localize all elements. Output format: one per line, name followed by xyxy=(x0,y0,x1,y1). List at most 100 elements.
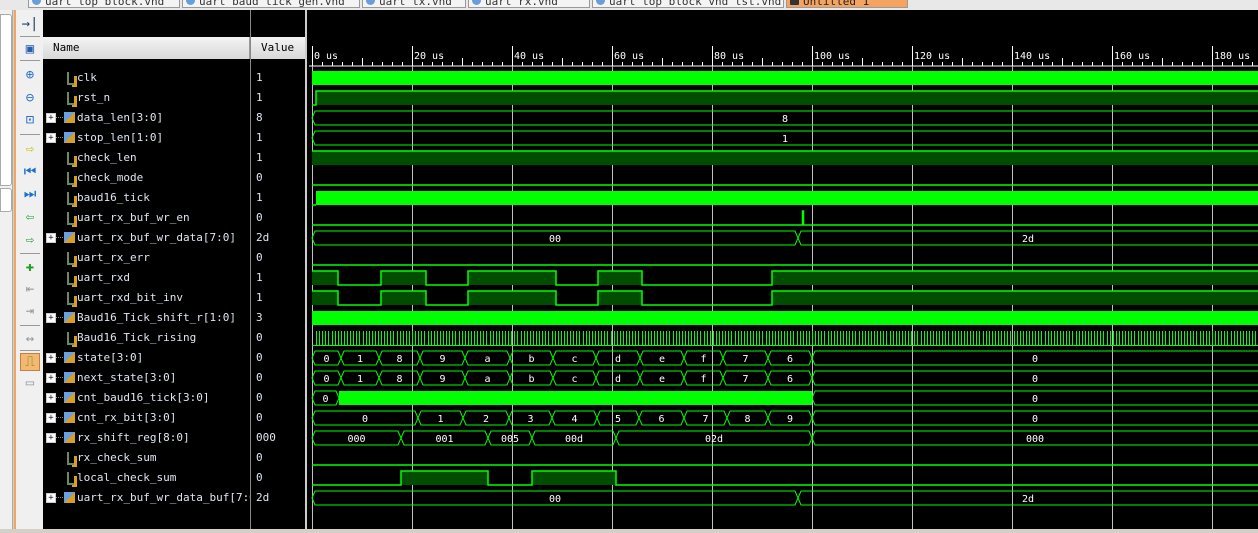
name-column-header[interactable]: Name xyxy=(43,37,250,59)
waveform-cnt-rx-bit[interactable]: 0 1 2 3 4 5 6 7 8 9 0 xyxy=(311,410,1258,426)
waveform-baud16-tick[interactable] xyxy=(312,191,1258,206)
signal-row[interactable]: + stop_len[1:0] xyxy=(43,128,250,148)
snap-to-transition-icon: ⎍ xyxy=(25,354,35,370)
expand-icon[interactable]: + xyxy=(46,133,56,143)
editor-tab[interactable]: uart_tx.vhd xyxy=(362,0,466,8)
signal-name: uart_rxd_bit_inv xyxy=(77,291,183,304)
wave-high-fill xyxy=(316,91,1258,105)
go-to-latest-time-button[interactable]: ⏭ xyxy=(20,185,40,203)
bus-value-label: 000 xyxy=(347,434,365,445)
signal-row[interactable]: + cnt_rx_bit[3:0] xyxy=(43,408,250,428)
waveform-rx-shift-reg[interactable]: 000 001 005 00d 02d 000 xyxy=(311,430,1258,446)
signal-row[interactable]: clk xyxy=(43,68,250,88)
waveform-baud16-tick-rising[interactable] xyxy=(312,331,1258,346)
save-button[interactable]: ▣ xyxy=(20,40,40,58)
next-marker-button[interactable]: ⇥ xyxy=(20,302,40,320)
waveform-canvas[interactable]: 0 us 20 us 40 us 60 us 80 us 100 us 120 us 140 … xyxy=(309,10,1258,529)
signal-row[interactable]: rst_n xyxy=(43,88,250,108)
expand-icon[interactable]: + xyxy=(46,373,56,383)
waveform-rst-n[interactable] xyxy=(312,90,1258,106)
signal-row[interactable]: + state[3:0] xyxy=(43,348,250,368)
signal-value: 0 xyxy=(256,171,263,184)
waveform-view[interactable]: 0 us 20 us 40 us 60 us 80 us 100 us 120 us 140 … xyxy=(309,10,1258,529)
expand-icon[interactable]: + xyxy=(46,113,56,123)
bit-signal-icon xyxy=(67,292,74,305)
wave-dense-toggle xyxy=(316,191,1258,205)
signal-row[interactable]: uart_rxd xyxy=(43,268,250,288)
bus-value-label: c xyxy=(571,354,577,365)
signal-row[interactable]: uart_rx_buf_wr_en xyxy=(43,208,250,228)
waveform-stop-len[interactable]: 1 xyxy=(311,130,1258,146)
expand-icon[interactable]: + xyxy=(46,433,56,443)
bus-signal-icon xyxy=(64,132,75,143)
bus-value-label: 005 xyxy=(501,434,519,445)
cursor-to-marker-icon: ⇨ xyxy=(25,141,35,157)
expand-icon[interactable]: + xyxy=(46,393,56,403)
signal-row[interactable]: + next_state[3:0] xyxy=(43,368,250,388)
waveform-next-state[interactable]: 0 1 8 9 a b c d e f 7 6 0 xyxy=(311,370,1258,386)
expand-icon[interactable]: + xyxy=(46,493,56,503)
signal-row[interactable]: + uart_rx_buf_wr_data[7:0] xyxy=(43,228,250,248)
signal-row[interactable]: uart_rxd_bit_inv xyxy=(43,288,250,308)
waveform-baud16-tick-shift-r[interactable] xyxy=(312,311,1258,325)
waveform-check-len[interactable] xyxy=(312,150,1258,165)
signal-row[interactable]: + data_len[3:0] xyxy=(43,108,250,128)
previous-transition-button[interactable]: ⇦ xyxy=(20,208,40,226)
waveform-uart-rx-buf-wr-en[interactable] xyxy=(312,210,1258,226)
waveform-state[interactable]: 0 1 8 9 a b c d e f 7 6 0 xyxy=(311,350,1258,366)
swap-cursors-button[interactable]: ↔ xyxy=(20,330,40,348)
previous-marker-button[interactable]: ⇤ xyxy=(20,280,40,298)
waveform-cnt-baud16-tick[interactable]: 00 xyxy=(311,390,1258,406)
zoom-out-button[interactable]: ⊖ xyxy=(20,89,40,107)
signal-row[interactable]: + rx_shift_reg[8:0] xyxy=(43,428,250,448)
signal-row[interactable]: Baud16_Tick_rising xyxy=(43,328,250,348)
waveform-uart-rxd[interactable] xyxy=(312,270,1258,286)
signal-value: 000 xyxy=(256,431,276,444)
signal-row[interactable]: local_check_sum xyxy=(43,468,250,488)
signal-row[interactable]: + cnt_baud16_tick[3:0] xyxy=(43,388,250,408)
value-column-header[interactable]: Value xyxy=(251,37,306,59)
signal-row[interactable]: uart_rx_err xyxy=(43,248,250,268)
editor-tab[interactable]: Untitled 1 xyxy=(786,0,908,8)
signal-value: 1 xyxy=(256,191,263,204)
waveform-uart-rx-buf-wr-data[interactable]: 00 2d xyxy=(311,230,1258,246)
go-to-time-zero-button[interactable]: ⏮ xyxy=(20,163,40,181)
expand-icon[interactable]: + xyxy=(46,353,56,363)
editor-tab[interactable]: uart_baud_tick_gen.vhd xyxy=(182,0,360,8)
expand-icon[interactable]: + xyxy=(46,233,56,243)
waveform-uart-rxd-bit-inv[interactable] xyxy=(312,290,1258,306)
signal-row[interactable]: + Baud16_Tick_shift_r[1:0] xyxy=(43,308,250,328)
expand-icon[interactable]: + xyxy=(46,313,56,323)
editor-tab[interactable]: uart_top_block_vhd_tst.vhd xyxy=(592,0,784,8)
side-tab[interactable] xyxy=(0,188,12,212)
tab-label: uart_top_block.vhd xyxy=(45,0,165,8)
side-panel-tabs xyxy=(0,10,13,529)
side-tab[interactable] xyxy=(0,14,12,186)
toolbar-separator xyxy=(20,325,40,326)
bus-value-label: 5 xyxy=(615,414,621,425)
editor-tab[interactable]: uart_top_block.vhd xyxy=(28,0,180,8)
floating-ruler-button[interactable]: ▭ xyxy=(20,374,40,392)
snap-to-transition-button[interactable]: ⎍ xyxy=(20,353,40,371)
editor-tab[interactable]: uart_rx.vhd xyxy=(468,0,590,8)
signal-row[interactable]: check_mode xyxy=(43,168,250,188)
cursor-to-marker-button[interactable]: ⇨ xyxy=(20,140,40,158)
zoom-in-button[interactable]: ⊕ xyxy=(20,66,40,84)
waveform-uart-rx-buf-wr-data-buf[interactable]: 00 2d xyxy=(311,490,1258,506)
tree-connector xyxy=(56,137,63,138)
signal-row[interactable]: baud16_tick xyxy=(43,188,250,208)
waveform-data-len[interactable]: 8 xyxy=(311,110,1258,126)
signal-row[interactable]: rx_check_sum xyxy=(43,448,250,468)
add-marker-button[interactable]: ✚ xyxy=(20,258,40,276)
bus-signal-icon xyxy=(64,392,75,403)
signal-row[interactable]: + uart_rx_buf_wr_data_buf[7:0] xyxy=(43,488,262,508)
tree-connector xyxy=(56,357,63,358)
waveform-local-check-sum[interactable] xyxy=(312,470,1258,486)
next-transition-button[interactable]: ⇨ xyxy=(20,231,40,249)
waveform-clk[interactable] xyxy=(312,71,1258,85)
signal-row[interactable]: check_len xyxy=(43,148,250,168)
bus-value-label: d xyxy=(615,354,621,365)
go-to-first-button[interactable]: →| xyxy=(20,15,40,33)
expand-icon[interactable]: + xyxy=(46,413,56,423)
zoom-to-fit-button[interactable]: ⊡ xyxy=(20,111,40,129)
